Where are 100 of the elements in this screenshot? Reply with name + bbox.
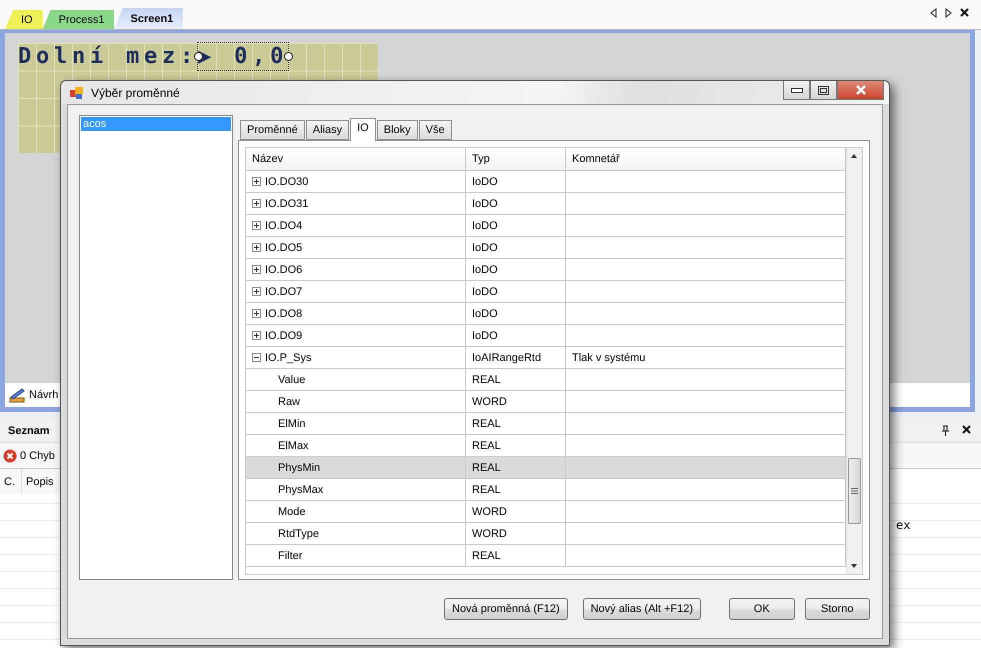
table-row[interactable]: IO.DO31 IoDO [246,193,846,215]
table-cell: WORD [472,396,507,408]
resize-handle[interactable] [284,52,293,61]
column-header[interactable]: Typ [466,148,566,170]
table-row[interactable]: IO.DO7 IoDO [246,281,846,303]
minimize-button[interactable] [783,81,810,100]
table-cell: REAL [472,374,501,386]
table-cell: IO.DO8 [265,308,302,320]
table-row[interactable]: Raw WORD [246,391,846,413]
document-tab[interactable]: Screen1 [114,8,184,29]
close-icon[interactable] [962,425,971,434]
table-cell: IoDO [472,330,498,342]
document-tab[interactable]: IO [5,10,43,29]
table-row[interactable]: IO.P_Sys IoAIRangeRtd Tlak v systému [246,347,846,369]
table-row[interactable]: Mode WORD [246,501,846,523]
table-row[interactable]: IO.DO8 IoDO [246,303,846,325]
dialog-button[interactable]: OK [729,598,794,620]
dialog-button[interactable]: Nová proměnná (F12) [444,598,568,620]
minimize-icon [790,88,802,92]
table-row[interactable]: Value REAL [246,369,846,391]
table-cell: IoDO [472,308,498,320]
table-cell: RtdType [278,528,319,540]
scroll-thumb[interactable] [848,458,861,524]
table-cell: IO.DO30 [265,176,308,188]
expand-icon[interactable] [252,287,261,296]
table-cell: PhysMax [278,484,324,496]
tab[interactable]: Bloky [376,120,418,140]
table-cell: REAL [472,440,501,452]
table-cell: Value [278,374,306,386]
expand-icon[interactable] [252,265,261,274]
table-cell: REAL [472,484,501,496]
table-row[interactable]: RtdType WORD [246,523,846,545]
maximize-button[interactable] [810,81,837,100]
table-cell: IO.DO7 [265,286,302,298]
table-cell: IO.DO31 [265,198,308,210]
table-row[interactable]: ElMin REAL [246,413,846,435]
scroll-right-icon[interactable] [945,8,952,18]
tab[interactable]: Aliasy [306,120,350,140]
expand-icon[interactable] [252,177,261,186]
dialog-button[interactable]: Storno [804,598,870,620]
table-row[interactable]: PhysMin REAL [246,457,846,479]
table-cell: WORD [472,506,507,518]
close-icon [854,85,866,95]
expand-icon[interactable] [252,199,261,208]
table-cell: WORD [472,528,507,540]
maximize-icon [818,86,829,94]
table-cell: REAL [472,418,501,430]
table-cell: Tlak v systému [572,352,646,364]
table-row[interactable]: ElMax REAL [246,435,846,457]
table-row[interactable]: IO.DO6 IoDO [246,259,846,281]
close-icon[interactable] [960,8,969,17]
tab[interactable]: Proměnné [240,120,305,140]
view-tab[interactable]: Návrh [7,385,60,405]
app-icon [69,84,85,100]
expand-icon[interactable] [252,309,261,318]
table-cell: Filter [278,550,302,562]
table-cell: IO.DO6 [265,264,302,276]
table-cell: IO.DO5 [265,242,302,254]
table-cell: IoDO [472,242,498,254]
document-tab[interactable]: Process1 [42,10,114,29]
error-count[interactable]: 0 Chyb [20,450,55,462]
table-row[interactable]: IO.DO4 IoDO [246,215,846,237]
scrollbar[interactable] [846,148,862,574]
expand-icon[interactable] [252,243,261,252]
table-row[interactable]: IO.DO5 IoDO [246,237,846,259]
collapse-icon[interactable] [252,353,261,362]
expand-icon[interactable] [252,331,261,340]
dialog-title: Výběr proměnné [91,86,180,100]
column-header[interactable]: Název [246,148,466,170]
expand-icon[interactable] [252,221,261,230]
ruler-pencil-icon [9,387,27,403]
table-cell: Mode [278,506,306,518]
table-cell: IoDO [472,220,498,232]
table-cell: PhysMin [278,462,320,474]
table-cell: REAL [472,462,501,474]
table-cell: IoDO [472,264,498,276]
grip-icon [851,488,858,494]
table-cell: IoDO [472,176,498,188]
tab[interactable]: Vše [418,120,452,140]
table-row[interactable]: PhysMax REAL [246,479,846,501]
table-row[interactable]: Filter REAL [246,545,846,567]
table-row[interactable]: IO.DO9 IoDO [246,325,846,347]
close-button[interactable] [837,81,884,100]
lcd-label: Dolní mez: [18,43,198,70]
column-header[interactable]: C. [0,469,22,494]
table-cell: IoDO [472,286,498,298]
cell-text: ex [896,518,910,532]
table-cell: IO.DO4 [265,220,302,232]
table-row[interactable]: IO.DO30 IoDO [246,171,846,193]
scroll-left-icon[interactable] [930,8,937,18]
table-cell: ElMax [278,440,309,452]
table-cell: IoAIRangeRtd [472,352,542,364]
table-cell: ElMin [278,418,306,430]
panel-title: Seznam [8,425,50,437]
table-cell: IO.P_Sys [265,352,312,364]
error-icon [3,448,17,462]
tab[interactable]: IO [350,118,376,141]
pin-icon[interactable] [941,425,950,436]
dialog-button[interactable]: Nový alias (Alt +F12) [582,598,702,620]
table-cell: REAL [472,550,501,562]
